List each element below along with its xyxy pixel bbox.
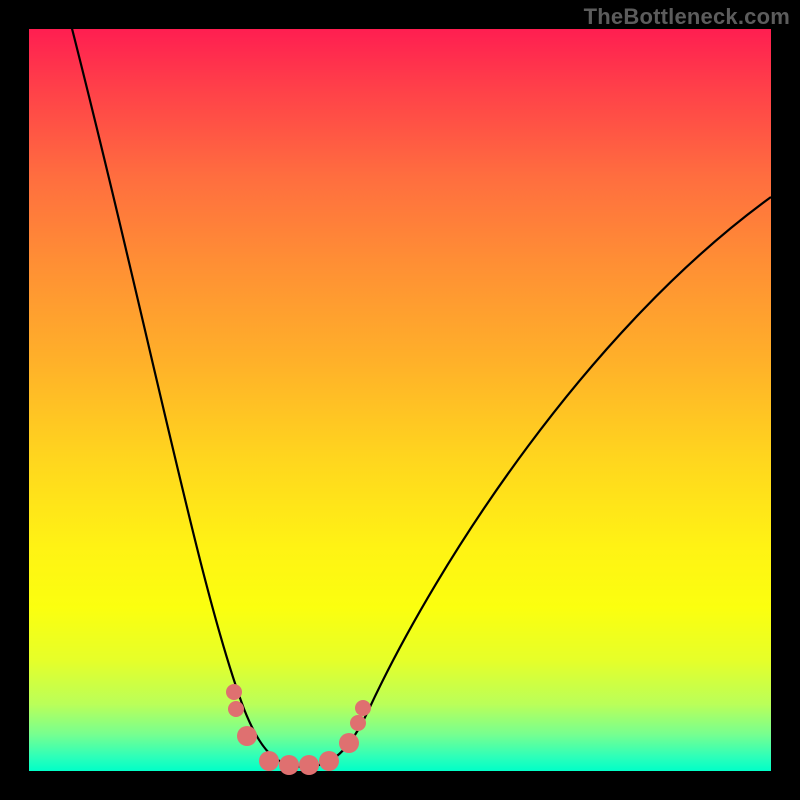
curve-marker (259, 751, 279, 771)
watermark-text: TheBottleneck.com (584, 4, 790, 30)
curve-marker (319, 751, 339, 771)
curve-marker (237, 726, 257, 746)
curve-marker (226, 684, 242, 700)
curve-marker (299, 755, 319, 775)
plot-area (29, 29, 771, 771)
curve-marker (339, 733, 359, 753)
marker-group (226, 684, 371, 775)
curve-marker (279, 755, 299, 775)
curve-marker (228, 701, 244, 717)
bottleneck-curve (67, 9, 771, 767)
curve-marker (355, 700, 371, 716)
curve-marker (350, 715, 366, 731)
curve-layer (29, 29, 771, 771)
